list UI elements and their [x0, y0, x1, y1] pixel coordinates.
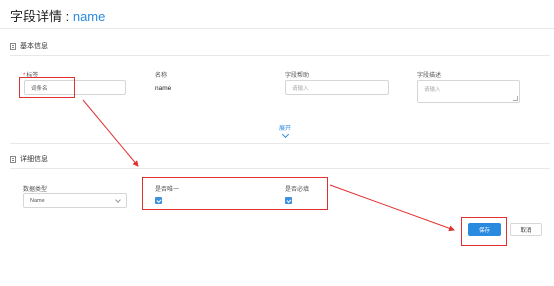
detail-section-header: 详细信息 — [10, 154, 48, 164]
help-input-placeholder: 请输入 — [292, 85, 309, 92]
document-icon — [10, 42, 16, 50]
detail-section-divider — [10, 168, 550, 169]
basic-section-header: 基本信息 — [10, 41, 48, 51]
description-field-caption: 字段描述 — [417, 73, 442, 79]
annotation-box-label — [19, 77, 75, 98]
page-title: 字段详情 : name — [10, 6, 105, 25]
name-field-value: name — [155, 85, 172, 92]
help-field-caption: 字段帮助 — [285, 73, 310, 79]
basic-section-divider — [10, 55, 550, 56]
basic-section-heading: 基本信息 — [20, 43, 48, 50]
data-type-select[interactable]: Name — [23, 193, 127, 208]
description-textarea[interactable]: 请输入 — [417, 80, 520, 103]
chevron-down-icon — [281, 130, 289, 139]
title-divider — [0, 28, 554, 29]
page-title-prefix: 字段详情 : — [10, 9, 73, 24]
annotation-box-checkboxes — [142, 177, 328, 210]
name-field-caption: 名称 — [155, 73, 168, 79]
help-input[interactable]: 请输入 — [285, 80, 389, 95]
resize-handle-icon[interactable] — [513, 96, 518, 101]
chevron-down-icon — [115, 196, 121, 203]
detail-section-heading: 详细信息 — [20, 156, 48, 163]
annotation-arrow-2 — [329, 184, 455, 232]
data-type-value: Name — [30, 197, 45, 204]
data-type-caption: 数据类型 — [23, 187, 48, 193]
cancel-button[interactable]: 取消 — [510, 223, 542, 236]
annotation-box-save — [461, 217, 507, 246]
detail-top-divider — [10, 143, 550, 144]
page-title-field-name: name — [72, 9, 106, 24]
document-icon — [10, 155, 16, 163]
annotation-arrow-1 — [82, 99, 139, 167]
description-placeholder: 请输入 — [424, 87, 441, 93]
expand-toggle[interactable]: 展开 — [270, 123, 300, 139]
